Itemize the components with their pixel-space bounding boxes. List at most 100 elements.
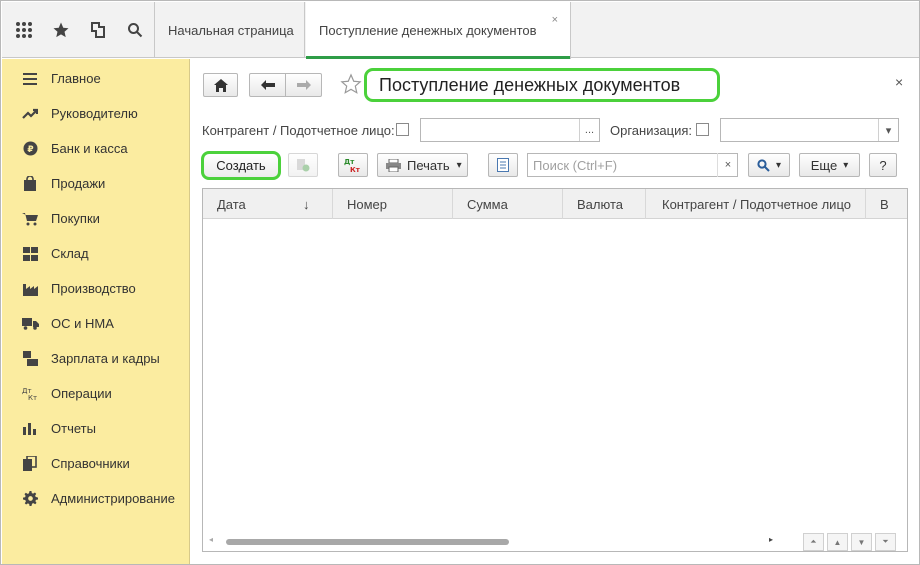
column-currency[interactable]: Валюта bbox=[563, 189, 646, 219]
books-icon bbox=[20, 456, 40, 471]
sidebar-item-label: Зарплата и кадры bbox=[51, 351, 160, 366]
search-input[interactable]: Поиск (Ctrl+F) bbox=[527, 153, 738, 177]
trend-up-icon bbox=[20, 108, 40, 120]
counterparty-select-button[interactable]: ... bbox=[579, 119, 599, 141]
sidebar-item-label: Склад bbox=[51, 246, 89, 261]
sidebar-item-label: Продажи bbox=[51, 176, 106, 191]
page-title: Поступление денежных документов bbox=[364, 68, 720, 102]
sidebar-item-administration[interactable]: Администрирование bbox=[2, 481, 189, 516]
list-settings-button[interactable] bbox=[488, 153, 518, 177]
sidebar-item-label: Главное bbox=[51, 71, 101, 86]
sidebar-item-label: Производство bbox=[51, 281, 136, 296]
star-icon[interactable] bbox=[47, 14, 75, 46]
dt-kt-icon: Дт Кт bbox=[344, 158, 361, 173]
top-bar: Начальная страница Поступление денежных … bbox=[2, 2, 919, 59]
sidebar-item-label: Покупки bbox=[51, 211, 100, 226]
table-header: Дата ↓ Номер Сумма Валюта Контрагент / П… bbox=[203, 189, 907, 219]
chevron-down-icon: ▾ bbox=[775, 159, 782, 171]
magnifier-icon bbox=[757, 158, 770, 172]
scroll-right-icon[interactable]: ▸ bbox=[769, 535, 773, 544]
search-clear-icon[interactable]: × bbox=[717, 153, 738, 177]
sidebar-item-sales[interactable]: Продажи bbox=[2, 166, 189, 201]
sidebar-item-label: ОС и НМА bbox=[51, 316, 114, 331]
sidebar-item-catalogs[interactable]: Справочники bbox=[2, 446, 189, 481]
arrow-right-icon bbox=[296, 80, 311, 90]
tab-home[interactable]: Начальная страница bbox=[155, 2, 305, 58]
scroll-left-icon[interactable]: ◂ bbox=[209, 535, 213, 544]
tab-close-icon[interactable]: × bbox=[552, 14, 558, 26]
form-close-icon[interactable]: × bbox=[895, 74, 903, 90]
back-button[interactable] bbox=[249, 73, 286, 97]
column-number[interactable]: Номер bbox=[333, 189, 453, 219]
favorite-star-icon[interactable] bbox=[340, 73, 362, 98]
truck-icon bbox=[20, 317, 40, 330]
print-label: Печать bbox=[407, 157, 450, 173]
help-button[interactable]: ? bbox=[869, 153, 897, 177]
scrollbar-thumb[interactable] bbox=[226, 539, 509, 545]
column-truncated[interactable]: В bbox=[866, 189, 907, 219]
sidebar-item-fixed-assets[interactable]: ОС и НМА bbox=[2, 306, 189, 341]
column-label: Дата bbox=[217, 196, 246, 212]
sort-arrow-icon: ↓ bbox=[303, 196, 310, 212]
dt-kt-button[interactable]: Дт Кт bbox=[338, 153, 368, 177]
print-button[interactable]: Печать ▾ bbox=[377, 153, 468, 177]
sidebar-item-bank[interactable]: ₽ Банк и касса bbox=[2, 131, 189, 166]
column-date[interactable]: Дата ↓ bbox=[203, 189, 333, 219]
ruble-coin-icon: ₽ bbox=[20, 141, 40, 156]
copy-button[interactable] bbox=[288, 153, 318, 177]
scroll-to-bottom-icon[interactable]: ⏷ bbox=[875, 533, 896, 551]
column-counterparty[interactable]: Контрагент / Подотчетное лицо bbox=[646, 189, 866, 219]
copy-doc-icon bbox=[297, 159, 310, 172]
sidebar-item-label: Отчеты bbox=[51, 421, 96, 436]
home-button[interactable] bbox=[203, 73, 238, 97]
sidebar-item-manager[interactable]: Руководителю bbox=[2, 96, 189, 131]
sidebar-item-production[interactable]: Производство bbox=[2, 271, 189, 306]
column-label: В bbox=[880, 196, 889, 212]
sidebar-item-reports[interactable]: Отчеты bbox=[2, 411, 189, 446]
printer-icon bbox=[386, 158, 401, 172]
scroll-up-icon[interactable]: ▲ bbox=[827, 533, 848, 551]
organization-field[interactable]: ▾ bbox=[720, 118, 899, 142]
apps-grid-icon[interactable] bbox=[10, 14, 38, 46]
documents-table[interactable]: Дата ↓ Номер Сумма Валюта Контрагент / П… bbox=[202, 188, 908, 552]
dt-kt-icon: Дт Кт bbox=[20, 386, 40, 401]
organization-checkbox[interactable] bbox=[696, 123, 709, 136]
document-list-icon bbox=[497, 158, 509, 172]
history-icon[interactable] bbox=[84, 14, 112, 46]
bar-chart-icon bbox=[20, 422, 40, 435]
sidebar-item-operations[interactable]: Дт Кт Операции bbox=[2, 376, 189, 411]
sidebar-item-label: Банк и касса bbox=[51, 141, 128, 156]
counterparty-checkbox[interactable] bbox=[396, 123, 409, 136]
arrow-left-icon bbox=[260, 80, 275, 90]
forward-button[interactable] bbox=[285, 73, 322, 97]
scroll-to-top-icon[interactable]: ⏶ bbox=[803, 533, 824, 551]
app-window: Начальная страница Поступление денежных … bbox=[0, 0, 920, 565]
shopping-bag-icon bbox=[20, 176, 40, 191]
form-area: Поступление денежных документов × Контра… bbox=[191, 59, 919, 564]
scroll-down-icon[interactable]: ▼ bbox=[851, 533, 872, 551]
warehouse-icon bbox=[20, 246, 40, 261]
tab-active-label: Поступление денежных документов bbox=[319, 23, 537, 38]
sidebar-item-purchases[interactable]: Покупки bbox=[2, 201, 189, 236]
search-icon[interactable] bbox=[121, 14, 149, 46]
cart-icon bbox=[20, 212, 40, 226]
horizontal-scrollbar[interactable]: ◂ ▸ ⏶ ▲ ▼ ⏷ bbox=[203, 531, 907, 551]
svg-text:Кт: Кт bbox=[28, 394, 37, 401]
column-label: Валюта bbox=[577, 196, 623, 212]
create-button[interactable]: Создать bbox=[201, 151, 281, 180]
more-label: Еще bbox=[810, 157, 838, 173]
column-amount[interactable]: Сумма bbox=[453, 189, 563, 219]
chevron-down-icon[interactable]: ▾ bbox=[878, 119, 898, 141]
svg-text:Дт: Дт bbox=[344, 158, 355, 166]
counterparty-field[interactable]: ... bbox=[420, 118, 600, 142]
sidebar-item-label: Руководителю bbox=[51, 106, 138, 121]
more-button[interactable]: Еще ▾ bbox=[799, 153, 860, 177]
sidebar-item-warehouse[interactable]: Склад bbox=[2, 236, 189, 271]
sidebar-item-main[interactable]: Главное bbox=[2, 61, 189, 96]
sidebar: Главное Руководителю ₽ Банк и касса Прод… bbox=[2, 59, 190, 564]
search-options-button[interactable]: ▾ bbox=[748, 153, 790, 177]
sidebar-item-payroll-hr[interactable]: Зарплата и кадры bbox=[2, 341, 189, 376]
menu-lines-icon bbox=[20, 72, 40, 85]
svg-text:₽: ₽ bbox=[27, 145, 33, 155]
tab-money-docs-receipt[interactable]: Поступление денежных документов × bbox=[306, 2, 571, 59]
